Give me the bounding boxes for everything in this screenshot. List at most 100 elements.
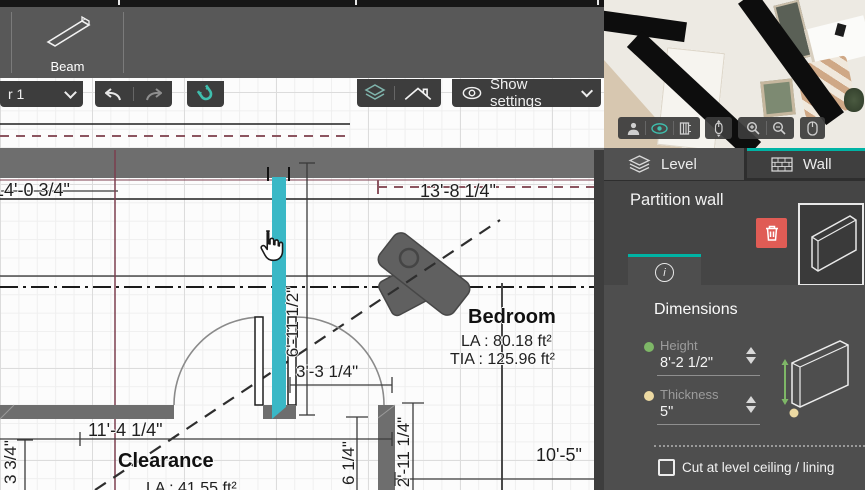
wall-type-thumbnail[interactable] [798,203,864,286]
level-layers-icon [628,155,651,174]
dim-upper-left: 14'-0 3/4" [0,180,70,200]
magnet-snap-button[interactable] [187,81,224,107]
thickness-stepper [746,396,756,413]
corner-wall-vertical[interactable] [378,405,395,490]
zoom-out-icon[interactable] [772,121,787,136]
ruler-strip [0,0,604,7]
room-label-bedroom: Bedroom [468,307,556,327]
button-divider [766,121,767,135]
camera-tools-group [618,117,700,139]
ruler-tick [597,0,599,5]
pan-mode-button[interactable] [705,117,732,139]
button-divider [673,121,674,135]
tools-toolbar: Beam [0,0,604,78]
door-leaf-left[interactable] [255,317,263,405]
layers-icon[interactable] [364,84,386,102]
chevron-down-icon [64,86,77,99]
view-options-group [357,79,441,107]
eye-view-icon[interactable] [651,123,668,134]
tab-level[interactable]: Level [604,148,744,180]
room-bedroom-la: LA : 80.18 ft² [461,332,552,352]
person-view-icon[interactable] [627,122,640,135]
undo-icon[interactable] [105,88,123,101]
cut-ceiling-label: Cut at level ceiling / lining [682,460,834,475]
mouse-icon [807,121,818,136]
dim-door-offset: 3'-3 1/4" [296,362,358,382]
eye-icon [462,86,482,100]
room-bedroom-tia: TIA : 125.96 ft² [450,350,555,370]
mouse-pan-icon [711,120,726,137]
roof-icon[interactable] [402,83,434,103]
height-stepper [746,347,756,364]
room-label-clearance: Clearance [118,451,214,471]
height-field-underline [657,375,760,376]
height-value-field[interactable]: 8'-2 1/2" [660,355,713,371]
thickness-marker-dot [790,409,799,418]
selection-title: Partition wall [630,191,724,210]
mouse-controls-button[interactable] [800,117,825,139]
button-divider [394,86,395,100]
show-settings-label: Show settings [490,76,575,110]
button-divider [133,87,134,101]
door-swing-arc-right [296,317,384,405]
tab-wall[interactable]: Wall [747,148,865,178]
tab-info[interactable]: i [628,254,701,288]
height-stepper-down[interactable] [746,357,756,364]
height-stepper-up[interactable] [746,347,756,354]
wall-dimensions-diagram [772,325,862,433]
floor-selector-label: r 1 [8,86,24,102]
panel-body: Dimensions Height 8'-2 1/2" Thickness 5" [604,285,865,490]
dim-right-vertical: 2'-11 1/4" [394,392,414,490]
height-status-dot [644,342,654,352]
info-icon: i [655,263,674,282]
properties-panel: Level Wall Partition wall [604,0,865,490]
thickness-label: Thickness [660,387,719,402]
tool-beam[interactable]: Beam [12,8,123,78]
show-settings-button[interactable]: Show settings [452,79,601,107]
scene-plant [844,88,864,112]
door-swing-arc-left [174,317,262,405]
beam-icon [40,10,96,50]
panel-tabs: Level Wall [604,148,865,181]
trash-icon [764,224,780,242]
tab-level-label: Level [661,156,697,173]
dim-lower-right: 10'-5" [536,445,582,465]
height-label: Height [660,338,698,353]
thickness-value-field[interactable]: 5" [660,404,673,420]
zoom-tools-group [738,117,794,139]
chevron-down-icon [581,85,593,97]
room-clearance-la: LA : 41.55 ft² [146,479,237,490]
dimensions-heading: Dimensions [654,301,738,319]
thickness-field-underline [657,424,760,425]
redo-icon[interactable] [144,88,162,101]
scene-picture-frame [760,78,796,117]
elevation-view-icon[interactable] [679,122,692,135]
bottom-wall-left[interactable] [0,405,174,419]
ruler-tick [355,0,357,5]
app-window: 7 1/2" 14'-0 3/4" 13'-8 1/4" 6'-11 1/2" … [0,0,865,490]
cut-ceiling-checkbox[interactable] [658,459,675,476]
zoom-in-icon[interactable] [746,121,761,136]
beam-label: Beam [12,59,123,74]
ruler-tick [118,0,120,5]
toolbar-divider [123,12,124,73]
tab-wall-label: Wall [803,156,832,173]
dim-mid-vertical: 6 1/4" [339,423,359,490]
delete-button[interactable] [756,218,787,248]
magnet-icon [196,84,216,104]
thickness-stepper-down[interactable] [746,406,756,413]
floor-selector-dropdown[interactable]: r 1 [0,81,83,107]
dim-lower-left: 11'-4 1/4" [88,420,163,440]
thickness-stepper-up[interactable] [746,396,756,403]
cursor-hand-icon [256,228,286,262]
selection-header: Partition wall i [604,181,865,285]
dim-upper-right: 13'-8 1/4" [420,181,496,201]
wall-bricks-icon [771,157,793,172]
wall-slab-icon [800,205,862,284]
right-wall[interactable] [594,150,604,490]
dim-left-vertical: 3 3/4" [1,422,21,490]
section-separator [654,445,865,447]
thickness-status-dot [644,391,654,401]
undo-redo-group [95,81,172,107]
furniture-object[interactable] [375,229,474,318]
